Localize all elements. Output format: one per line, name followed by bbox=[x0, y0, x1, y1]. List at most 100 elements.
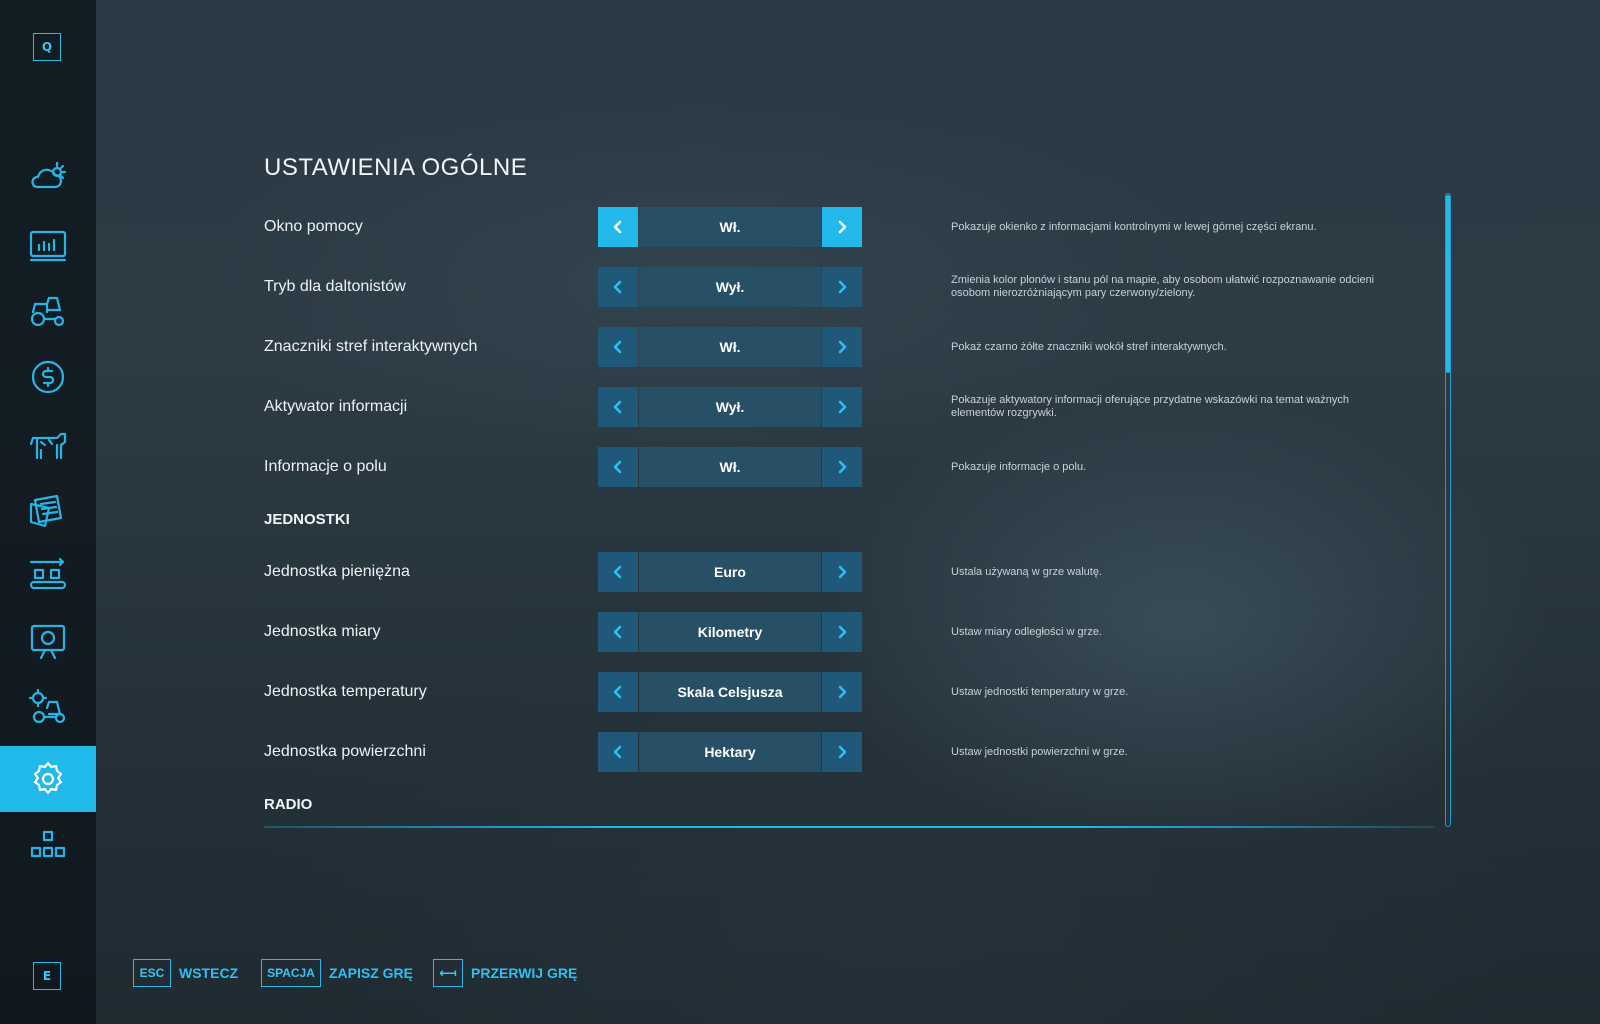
previous-option-button[interactable] bbox=[598, 612, 638, 652]
back-button[interactable]: ESC WSTECZ bbox=[133, 958, 238, 988]
chevron-right-icon bbox=[838, 565, 847, 579]
option-value: Wł. bbox=[639, 207, 821, 247]
option-selector[interactable]: Wł. bbox=[598, 447, 862, 487]
space-key-hint: SPACJA bbox=[261, 959, 321, 987]
option-selector[interactable]: Kilometry bbox=[598, 612, 862, 652]
sidebar-item-statistics[interactable] bbox=[0, 212, 96, 278]
setting-row: Informacje o polu Wł. Pokazuje informacje … bbox=[264, 447, 1414, 487]
sidebar: Q E bbox=[0, 0, 96, 1024]
setting-description: Ustaw miary odległości w grze. bbox=[951, 625, 1102, 638]
option-selector[interactable]: Wył. bbox=[598, 267, 862, 307]
option-value: Skala Celsjusza bbox=[639, 672, 821, 712]
next-option-button[interactable] bbox=[822, 447, 862, 487]
presentation-icon bbox=[30, 624, 66, 660]
previous-option-button[interactable] bbox=[598, 387, 638, 427]
option-value: Euro bbox=[639, 552, 821, 592]
save-game-button[interactable]: SPACJA ZAPISZ GRĘ bbox=[261, 958, 413, 988]
tractor-icon bbox=[30, 296, 65, 327]
previous-option-button[interactable] bbox=[598, 207, 638, 247]
option-value: Wł. bbox=[639, 327, 821, 367]
production-icon bbox=[29, 557, 67, 590]
cow-icon bbox=[29, 432, 67, 460]
setting-row: Tryb dla daltonistów Wył. Zmienia kolor pl… bbox=[264, 267, 1414, 307]
setting-label: Jednostka pieniężna bbox=[264, 563, 410, 580]
setting-description: Pokazuje okienko z informacjami kontroln… bbox=[951, 220, 1317, 233]
chevron-left-icon bbox=[613, 685, 622, 699]
e-key-hint[interactable]: E bbox=[33, 962, 61, 990]
sidebar-item-production[interactable] bbox=[0, 542, 96, 608]
contracts-icon bbox=[29, 494, 63, 528]
previous-option-button[interactable] bbox=[598, 327, 638, 367]
sidebar-item-finances[interactable] bbox=[0, 344, 96, 410]
sidebar-item-settings[interactable] bbox=[0, 746, 96, 812]
option-selector[interactable]: Euro bbox=[598, 552, 862, 592]
next-option-button[interactable] bbox=[822, 267, 862, 307]
option-selector[interactable]: Hektary bbox=[598, 732, 862, 772]
section-header-units: JEDNOSTKI bbox=[264, 511, 350, 528]
chevron-right-icon bbox=[838, 745, 847, 759]
setting-description: Ustaw jednostki powierzchni w grze. bbox=[951, 745, 1128, 758]
setting-row: Aktywator informacji Wył. Pokazuje aktywat… bbox=[264, 387, 1414, 427]
option-selector[interactable]: Wł. bbox=[598, 207, 862, 247]
sidebar-item-more[interactable] bbox=[0, 812, 96, 878]
chevron-left-icon bbox=[613, 625, 622, 639]
chevron-left-icon bbox=[613, 460, 622, 474]
money-icon bbox=[31, 360, 65, 394]
modules-icon bbox=[30, 830, 66, 858]
chevron-right-icon bbox=[838, 220, 847, 234]
sidebar-item-contracts[interactable] bbox=[0, 476, 96, 542]
setting-label: Jednostka temperatury bbox=[264, 683, 427, 700]
sidebar-item-vehicles[interactable] bbox=[0, 278, 96, 344]
previous-option-button[interactable] bbox=[598, 732, 638, 772]
setting-label: Aktywator informacji bbox=[264, 398, 408, 415]
save-game-label: ZAPISZ GRĘ bbox=[329, 965, 414, 981]
sidebar-item-vehicle-settings[interactable] bbox=[0, 674, 96, 740]
quit-game-label: PRZERWIJ GRĘ bbox=[471, 965, 578, 981]
sidebar-item-animals[interactable] bbox=[0, 410, 96, 476]
next-option-button[interactable] bbox=[822, 207, 862, 247]
chevron-left-icon bbox=[613, 280, 622, 294]
esc-key-hint: ESC bbox=[133, 959, 171, 987]
q-key-hint[interactable]: Q bbox=[33, 33, 61, 61]
previous-option-button[interactable] bbox=[598, 552, 638, 592]
setting-description: Pokazuje informacje o polu. bbox=[951, 460, 1087, 473]
weather-icon bbox=[31, 161, 67, 189]
list-bottom-divider bbox=[264, 826, 1434, 828]
previous-option-button[interactable] bbox=[598, 267, 638, 307]
next-option-button[interactable] bbox=[822, 672, 862, 712]
section-header-radio: RADIO bbox=[264, 796, 313, 813]
option-value: Wł. bbox=[639, 447, 821, 487]
previous-option-button[interactable] bbox=[598, 447, 638, 487]
chevron-right-icon bbox=[838, 340, 847, 354]
option-value: Kilometry bbox=[639, 612, 821, 652]
quit-game-button[interactable]: ⟻ PRZERWIJ GRĘ bbox=[433, 958, 577, 988]
option-selector[interactable]: Wył. bbox=[598, 387, 862, 427]
chevron-left-icon bbox=[613, 340, 622, 354]
backspace-key-icon: ⟻ bbox=[433, 959, 463, 987]
setting-label: Znaczniki stref interaktywnych bbox=[264, 338, 478, 355]
setting-label: Jednostka miary bbox=[264, 623, 381, 640]
setting-label: Tryb dla daltonistów bbox=[264, 278, 406, 295]
back-label: WSTECZ bbox=[179, 965, 239, 981]
option-selector[interactable]: Wł. bbox=[598, 327, 862, 367]
setting-row: Jednostka pieniężna Euro Ustala używaną w … bbox=[264, 552, 1414, 592]
tractor-gear-icon bbox=[28, 688, 66, 724]
previous-option-button[interactable] bbox=[598, 672, 638, 712]
option-selector[interactable]: Skala Celsjusza bbox=[598, 672, 862, 712]
setting-row: Znaczniki stref interaktywnych Wł. Pokaż c… bbox=[264, 327, 1414, 367]
setting-description: Pokazuje aktywatory informacji oferujące… bbox=[951, 394, 1350, 419]
sidebar-item-weather[interactable] bbox=[0, 145, 96, 211]
next-option-button[interactable] bbox=[822, 327, 862, 367]
scrollbar-thumb[interactable] bbox=[1446, 195, 1450, 373]
next-option-button[interactable] bbox=[822, 732, 862, 772]
next-option-button[interactable] bbox=[822, 612, 862, 652]
next-option-button[interactable] bbox=[822, 387, 862, 427]
setting-description: Pokaż czarno żółte znaczniki wokół stref… bbox=[951, 340, 1227, 353]
next-option-button[interactable] bbox=[822, 552, 862, 592]
setting-description: Zmienia kolor plonów i stanu pól na mapi… bbox=[951, 274, 1375, 299]
chevron-right-icon bbox=[838, 400, 847, 414]
gear-icon bbox=[33, 761, 63, 795]
sidebar-item-tutorials[interactable] bbox=[0, 608, 96, 674]
chevron-left-icon bbox=[613, 745, 622, 759]
chevron-left-icon bbox=[613, 220, 622, 234]
